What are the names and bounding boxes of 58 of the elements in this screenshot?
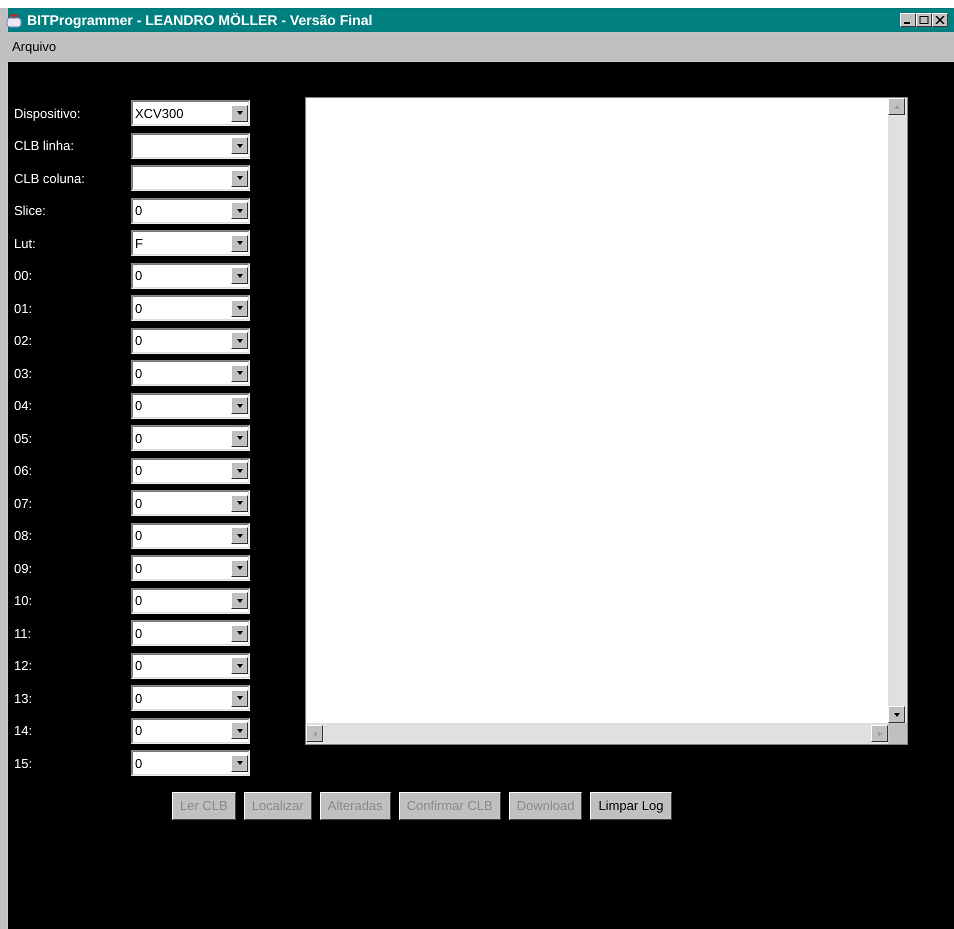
field-label: 12:: [14, 657, 34, 675]
dropdown[interactable]: XCV300: [131, 100, 250, 126]
field-label: 04:: [14, 397, 34, 415]
field-label: 10:: [14, 592, 34, 610]
field-label: 00:: [14, 267, 34, 285]
scroll-up-icon[interactable]: [888, 98, 905, 115]
minimize-button[interactable]: [900, 13, 916, 27]
action-button[interactable]: Limpar Log: [590, 792, 672, 820]
field-label: 06:: [14, 462, 34, 480]
field-label: 14:: [14, 722, 34, 740]
dropdown[interactable]: 0: [131, 262, 250, 289]
dropdown[interactable]: 0: [131, 588, 250, 614]
field-label: CLB linha:: [14, 137, 75, 155]
dropdown[interactable]: 0: [131, 685, 250, 712]
field-label: 08:: [14, 527, 34, 545]
dropdown[interactable]: 0: [131, 360, 250, 386]
app-icon: [5, 11, 23, 29]
close-button[interactable]: [932, 13, 948, 27]
maximize-button[interactable]: [916, 13, 932, 27]
dropdown[interactable]: 0: [131, 750, 250, 776]
scrollbar-corner: [888, 723, 907, 744]
dropdown[interactable]: 0: [131, 328, 250, 354]
dropdown[interactable]: 0: [131, 555, 250, 582]
scroll-right-icon[interactable]: [871, 725, 888, 742]
field-label: Slice:: [14, 202, 47, 220]
close-icon: [935, 16, 945, 24]
dropdown[interactable]: 0: [131, 620, 250, 646]
dropdown[interactable]: 0: [131, 522, 250, 549]
field-label: Dispositivo:: [14, 104, 82, 123]
dropdown[interactable]: 0: [131, 425, 250, 452]
dropdown[interactable]: 0: [131, 458, 250, 484]
field-label: 15:: [14, 754, 34, 772]
field-label: Lut:: [14, 234, 37, 252]
field-label: 07:: [14, 494, 34, 512]
dropdown[interactable]: 0: [131, 295, 250, 322]
maximize-icon: [919, 16, 929, 24]
dropdown[interactable]: 0: [131, 490, 250, 516]
dropdown[interactable]: 0: [131, 198, 250, 224]
field-label: 01:: [14, 300, 34, 318]
vertical-scrollbar[interactable]: [888, 98, 907, 723]
field-label: 02:: [14, 332, 34, 350]
dropdown[interactable]: 0: [131, 718, 250, 744]
field-label: 11:: [14, 624, 32, 642]
scroll-down-icon[interactable]: [888, 706, 905, 723]
dropdown[interactable]: [131, 165, 250, 192]
field-label: CLB coluna:: [14, 170, 86, 188]
dropdown[interactable]: [131, 132, 250, 159]
field-label: 05:: [14, 430, 34, 448]
field-label: 03:: [14, 364, 34, 382]
menu-item[interactable]: Arquivo: [8, 37, 60, 57]
dropdown[interactable]: F: [131, 230, 250, 256]
field-label: 13:: [14, 690, 34, 708]
window-title: BITProgrammer - LEANDRO MÖLLER - Versão Final: [27, 10, 372, 30]
dropdown[interactable]: 0: [131, 392, 250, 419]
field-label: 09:: [14, 560, 34, 578]
scroll-left-icon[interactable]: [306, 725, 323, 742]
horizontal-scrollbar[interactable]: [306, 723, 888, 744]
dropdown[interactable]: 0: [131, 652, 250, 679]
